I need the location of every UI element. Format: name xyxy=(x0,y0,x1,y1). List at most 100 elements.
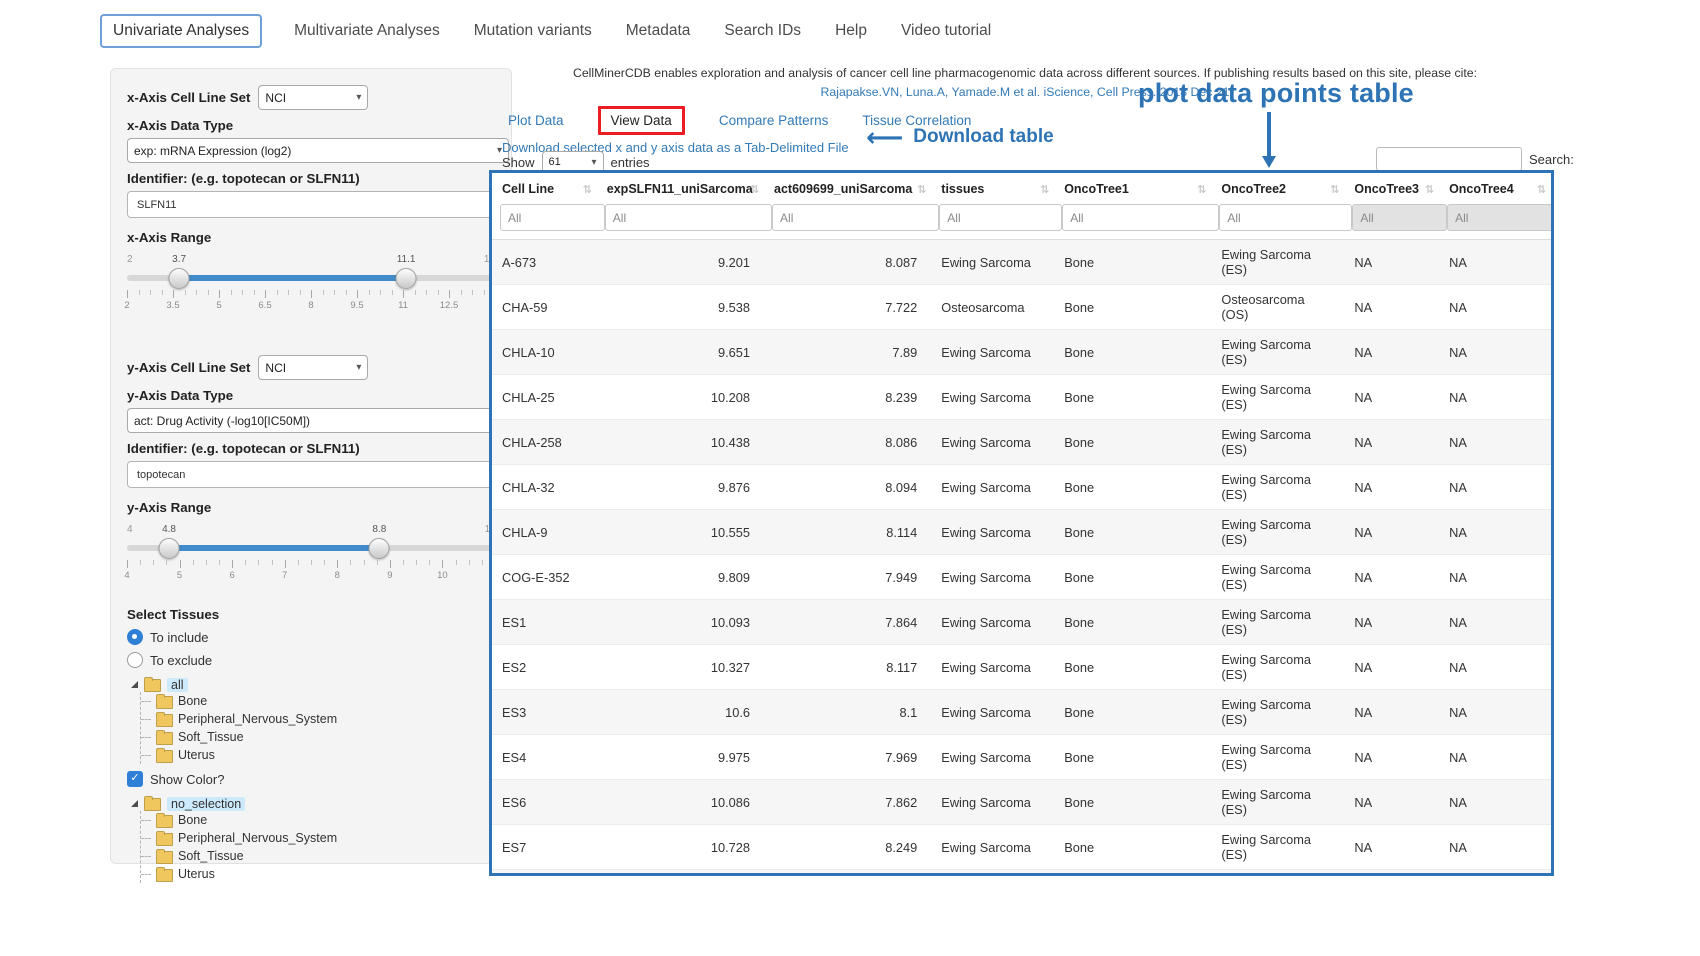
checkbox-checked-icon[interactable]: ✓ xyxy=(127,771,143,787)
cell-cell-line: CHLA-10 xyxy=(492,330,597,375)
slider-grid: 23.556.589.51112.514 xyxy=(127,290,495,312)
x-range-slider[interactable]: 2143.711.123.556.589.51112.514 xyxy=(127,267,495,321)
tree-expand-icon[interactable] xyxy=(131,681,138,688)
slider-grid: 4567891011 xyxy=(127,560,495,582)
tree-node-label: Peripheral_Nervous_System xyxy=(178,831,337,845)
radio-to-include[interactable]: To include xyxy=(127,629,495,645)
cell-expslfn11-unisarcoma: 10.438 xyxy=(597,420,764,465)
sort-icon[interactable]: ⇅ xyxy=(917,183,926,196)
x-data-type-select[interactable]: exp: mRNA Expression (log2) ▾ xyxy=(127,138,509,163)
column-filter-act609699-unisarcoma[interactable] xyxy=(772,204,939,231)
nav-tab-search-ids[interactable]: Search IDs xyxy=(722,15,803,47)
tree-include-root-label[interactable]: all xyxy=(167,678,188,692)
x-identifier-input[interactable] xyxy=(127,191,515,218)
y-identifier-input[interactable] xyxy=(127,461,515,488)
nav-tab-multivariate-analyses[interactable]: Multivariate Analyses xyxy=(292,15,442,47)
table-row: A-6739.2018.087Ewing SarcomaBoneEwing Sa… xyxy=(492,240,1551,285)
column-header-cell-line[interactable]: Cell Line⇅ xyxy=(492,173,597,203)
slider-tick xyxy=(416,560,417,565)
tree-node-peripheral-nervous-system[interactable]: Peripheral_Nervous_System xyxy=(141,829,495,847)
slider-handle-low[interactable] xyxy=(169,268,190,289)
folder-icon xyxy=(156,714,173,727)
y-data-type-select[interactable]: act: Drug Activity (-log10[IC50M]) ▾ xyxy=(127,408,509,433)
y-cell-line-set-select[interactable]: NCI ▾ xyxy=(258,355,368,380)
column-header-label: act609699_uniSarcoma xyxy=(774,182,912,196)
cell-oncotree4: NA xyxy=(1439,735,1551,780)
nav-tab-help[interactable]: Help xyxy=(833,15,869,47)
radio-selected-icon[interactable] xyxy=(127,629,143,645)
cell-oncotree3: NA xyxy=(1344,555,1439,600)
arrow-head xyxy=(1262,156,1276,168)
tree-node-soft-tissue[interactable]: Soft_Tissue xyxy=(141,728,495,746)
slider-tick xyxy=(324,560,325,565)
nav-tab-mutation-variants[interactable]: Mutation variants xyxy=(472,15,594,47)
slider-tick-label: 5 xyxy=(177,570,182,581)
x-cell-line-set-select[interactable]: NCI ▾ xyxy=(258,85,368,110)
tree-include-root[interactable]: all xyxy=(127,677,495,692)
sort-icon[interactable]: ⇅ xyxy=(1425,183,1434,196)
slider-tick xyxy=(127,560,128,568)
slider-handle-high[interactable] xyxy=(369,538,390,559)
slider-tick xyxy=(153,560,154,565)
tree-node-uterus[interactable]: Uterus xyxy=(141,865,495,883)
sort-icon[interactable]: ⇅ xyxy=(1537,183,1546,196)
cell-oncotree1: Bone xyxy=(1054,285,1211,330)
radio-to-exclude[interactable]: To exclude xyxy=(127,652,495,668)
slider-tick xyxy=(484,290,485,295)
column-header-oncotree4[interactable]: OncoTree4⇅ xyxy=(1439,173,1551,203)
slider-handle-low[interactable] xyxy=(159,538,180,559)
tree-connector xyxy=(141,874,151,875)
column-filter-oncotree2[interactable] xyxy=(1219,204,1352,231)
tree-node-peripheral-nervous-system[interactable]: Peripheral_Nervous_System xyxy=(141,710,495,728)
folder-icon xyxy=(156,732,173,745)
tree-node-uterus[interactable]: Uterus xyxy=(141,746,495,764)
tree-selection-root-label[interactable]: no_selection xyxy=(167,797,245,811)
tree-expand-icon[interactable] xyxy=(131,800,138,807)
tree-node-bone[interactable]: Bone xyxy=(141,692,495,710)
column-header-act609699-unisarcoma[interactable]: act609699_uniSarcoma ⇅ xyxy=(764,173,931,203)
tree-connector xyxy=(141,820,151,821)
search-input[interactable] xyxy=(1376,147,1522,171)
table-row: ES710.7288.249Ewing SarcomaBoneEwing Sar… xyxy=(492,825,1551,870)
y-cell-line-set-row: y-Axis Cell Line Set NCI ▾ xyxy=(127,355,495,380)
sort-icon[interactable]: ⇅ xyxy=(1197,183,1206,196)
column-filter-oncotree1[interactable] xyxy=(1062,204,1219,231)
column-filter-tissues[interactable] xyxy=(939,204,1062,231)
x-cell-line-set-row: x-Axis Cell Line Set NCI ▾ xyxy=(127,85,495,110)
sort-icon[interactable]: ⇅ xyxy=(583,183,592,196)
column-filter-expslfn11-unisarcoma[interactable] xyxy=(605,204,772,231)
slider-handle-high[interactable] xyxy=(396,268,417,289)
slider-tick xyxy=(482,560,483,565)
slider-min-label: 2 xyxy=(127,254,133,265)
tab-view-data[interactable]: View Data xyxy=(598,106,685,135)
sort-icon[interactable]: ⇅ xyxy=(1040,183,1049,196)
column-header-oncotree1[interactable]: OncoTree1⇅ xyxy=(1054,173,1211,203)
show-color-row[interactable]: ✓ Show Color? xyxy=(127,771,495,787)
arrow-shaft xyxy=(1267,112,1271,158)
nav-tab-video-tutorial[interactable]: Video tutorial xyxy=(899,15,993,47)
slider-tick-label: 8 xyxy=(335,570,340,581)
tree-selection-root[interactable]: no_selection xyxy=(127,796,495,811)
cell-act609699-unisarcoma: 8.117 xyxy=(764,645,931,690)
nav-tab-univariate-analyses[interactable]: Univariate Analyses xyxy=(100,14,262,48)
column-header-expslfn11-unisarcoma[interactable]: expSLFN11_uniSarcoma⇅ xyxy=(597,173,764,203)
cell-tissues: Ewing Sarcoma xyxy=(931,375,1054,420)
tree-node-bone[interactable]: Bone xyxy=(141,811,495,829)
column-filter-oncotree4 xyxy=(1447,204,1554,231)
sort-icon[interactable]: ⇅ xyxy=(750,183,759,196)
tree-node-soft-tissue[interactable]: Soft_Tissue xyxy=(141,847,495,865)
cell-act609699-unisarcoma: 7.949 xyxy=(764,555,931,600)
column-header-oncotree2[interactable]: OncoTree2⇅ xyxy=(1211,173,1344,203)
tab-plot-data[interactable]: Plot Data xyxy=(508,113,564,128)
slider-tick-label: 5 xyxy=(216,300,221,311)
y-range-slider[interactable]: 4114.88.84567891011 xyxy=(127,537,495,591)
column-header-tissues[interactable]: tissues⇅ xyxy=(931,173,1054,203)
search-control: Search: xyxy=(1376,147,1574,171)
tab-compare-patterns[interactable]: Compare Patterns xyxy=(719,113,829,128)
nav-tab-metadata[interactable]: Metadata xyxy=(624,15,693,47)
cell-expslfn11-unisarcoma: 10.555 xyxy=(597,510,764,555)
column-filter-cell-line[interactable] xyxy=(500,204,605,231)
radio-unselected-icon[interactable] xyxy=(127,652,143,668)
sort-icon[interactable]: ⇅ xyxy=(1330,183,1339,196)
column-header-oncotree3[interactable]: OncoTree3⇅ xyxy=(1344,173,1439,203)
